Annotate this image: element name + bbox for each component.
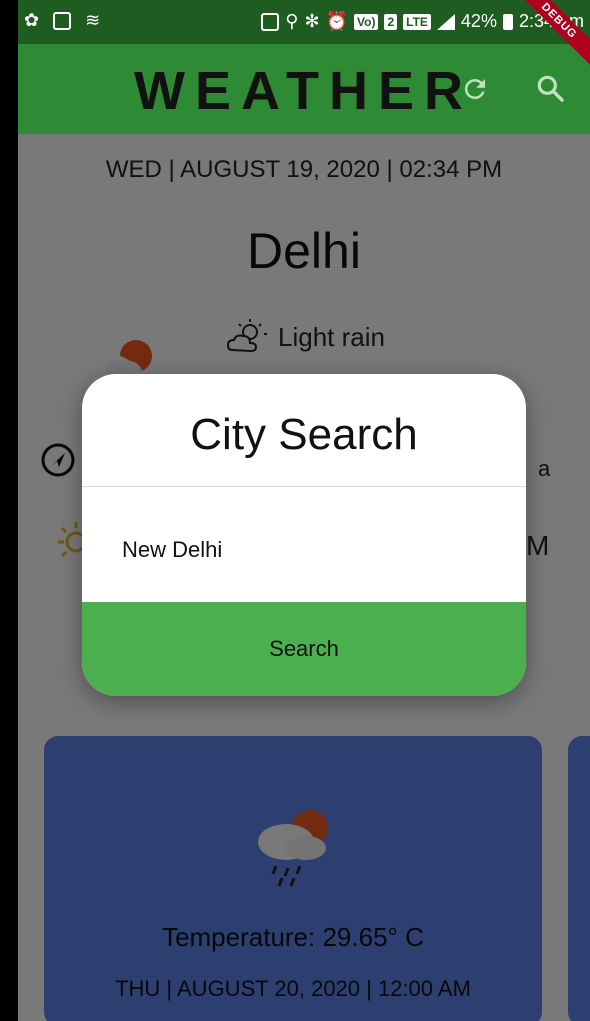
battery-percent: 42% — [460, 11, 497, 31]
city-input[interactable] — [122, 528, 482, 572]
vpn-icon: ✿ — [24, 10, 40, 30]
city-search-dialog: City Search Search — [82, 374, 526, 696]
app-bar: WEATHER — [18, 44, 590, 134]
signal-icon — [436, 13, 455, 30]
cast-icon — [261, 12, 280, 31]
wifi-icon: ≋ — [85, 10, 101, 30]
sim-badge: 2 — [384, 13, 398, 30]
search-button[interactable]: Search — [82, 602, 526, 696]
alarm-icon: ⏰ — [325, 11, 348, 31]
network-badge: LTE — [403, 13, 431, 30]
battery-icon — [502, 13, 513, 30]
app-title: WEATHER — [134, 61, 473, 121]
dialog-title: City Search — [190, 410, 418, 459]
dialog-divider — [82, 486, 526, 487]
bluetooth-icon: ✻ — [304, 11, 320, 31]
volte-badge: Vo) — [354, 13, 379, 30]
phone-screen: ✿ ≋ ⚲ ✻ ⏰ Vo) 2 LTE 42% 2:34 pm DEBUG WE… — [18, 0, 590, 1021]
location-icon: ⚲ — [285, 11, 299, 31]
status-bar: ✿ ≋ ⚲ ✻ ⏰ Vo) 2 LTE 42% 2:34 pm — [18, 0, 590, 44]
nfc-icon — [53, 11, 72, 30]
search-icon[interactable] — [534, 72, 566, 104]
refresh-icon[interactable] — [460, 74, 490, 104]
